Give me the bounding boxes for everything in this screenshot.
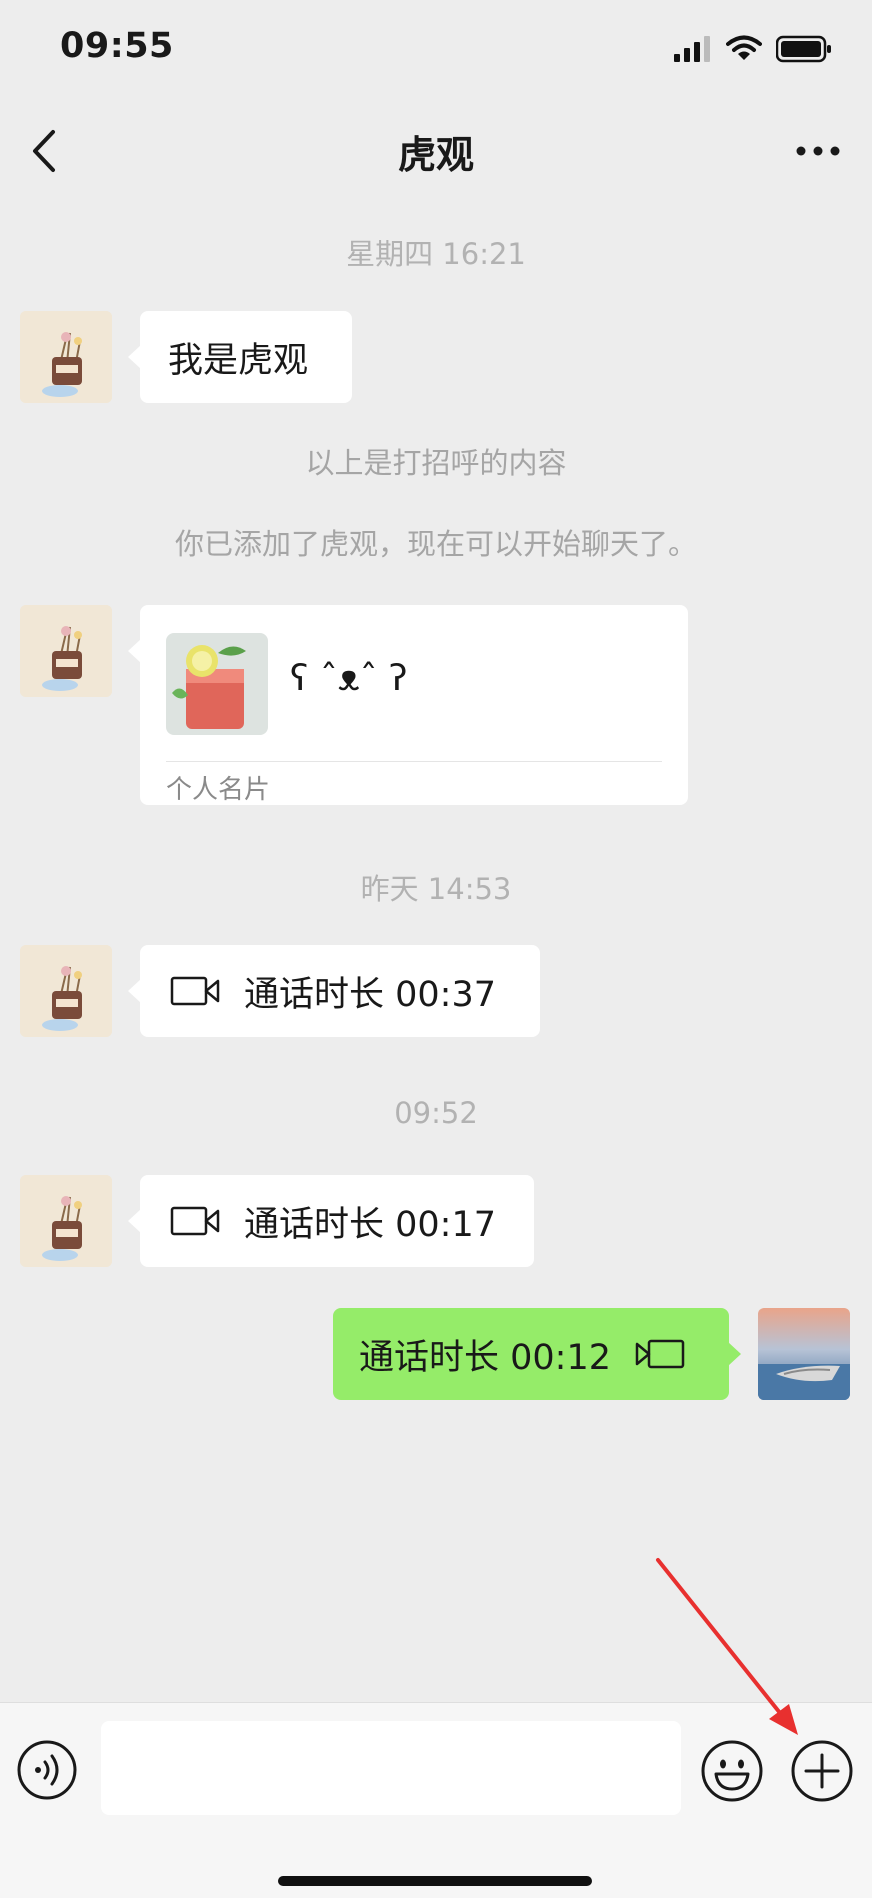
more-button[interactable] xyxy=(790,126,846,176)
call-duration-text: 通话时长 00:37 xyxy=(244,974,496,1015)
page-title: 虎观 xyxy=(397,133,474,177)
contact-avatar[interactable] xyxy=(20,1175,112,1267)
system-message: 你已添加了虎观，现在可以开始聊天了。 xyxy=(174,527,697,561)
contact-avatar[interactable] xyxy=(20,945,112,1037)
signal-icon xyxy=(674,36,710,62)
card-thumbnail xyxy=(166,633,268,735)
voice-input-button[interactable] xyxy=(16,1739,78,1801)
battery-icon xyxy=(776,35,831,63)
status-bar: 09:55 xyxy=(0,0,872,100)
self-avatar[interactable] xyxy=(758,1308,850,1400)
emoji-icon xyxy=(701,1740,763,1802)
status-icons xyxy=(674,34,832,64)
message-input[interactable] xyxy=(101,1721,681,1815)
call-duration-text: 通话时长 00:17 xyxy=(244,1204,496,1245)
call-record-bubble-self[interactable]: 通话时长 00:12 xyxy=(333,1308,741,1400)
home-indicator xyxy=(278,1876,592,1886)
call-record-bubble[interactable]: 通话时长 00:17 xyxy=(128,1175,534,1267)
more-dots-icon xyxy=(796,146,840,156)
card-divider xyxy=(166,761,662,762)
contact-card[interactable]: ʕ ˆᴥˆ ʔ 个人名片 xyxy=(128,605,688,805)
system-message: 以上是打招呼的内容 xyxy=(305,446,567,480)
input-bar xyxy=(0,1702,872,1898)
more-functions-button[interactable] xyxy=(790,1739,854,1803)
card-contact-name: ʕ ˆᴥˆ ʔ xyxy=(290,658,408,699)
contact-avatar[interactable] xyxy=(20,605,112,697)
timestamp: 星期四 16:21 xyxy=(346,237,526,271)
video-call-icon xyxy=(170,975,222,1007)
video-call-icon xyxy=(633,1338,685,1370)
timestamp: 昨天 14:53 xyxy=(360,872,512,906)
card-type-label: 个人名片 xyxy=(166,775,271,805)
call-duration-text: 通话时长 00:12 xyxy=(359,1337,611,1378)
status-time: 09:55 xyxy=(60,26,174,66)
video-call-icon xyxy=(170,1205,222,1237)
emoji-button[interactable] xyxy=(700,1739,764,1803)
message-bubble[interactable]: 我是虎观 xyxy=(128,311,352,403)
call-record-bubble[interactable]: 通话时长 00:37 xyxy=(128,945,540,1037)
message-text: 我是虎观 xyxy=(168,340,309,381)
nav-bar: 虎观 xyxy=(0,100,872,200)
voice-icon xyxy=(17,1740,77,1800)
timestamp: 09:52 xyxy=(394,1096,478,1130)
wifi-icon xyxy=(726,35,762,60)
plus-circle-icon xyxy=(791,1740,853,1802)
contact-avatar[interactable] xyxy=(20,311,112,403)
